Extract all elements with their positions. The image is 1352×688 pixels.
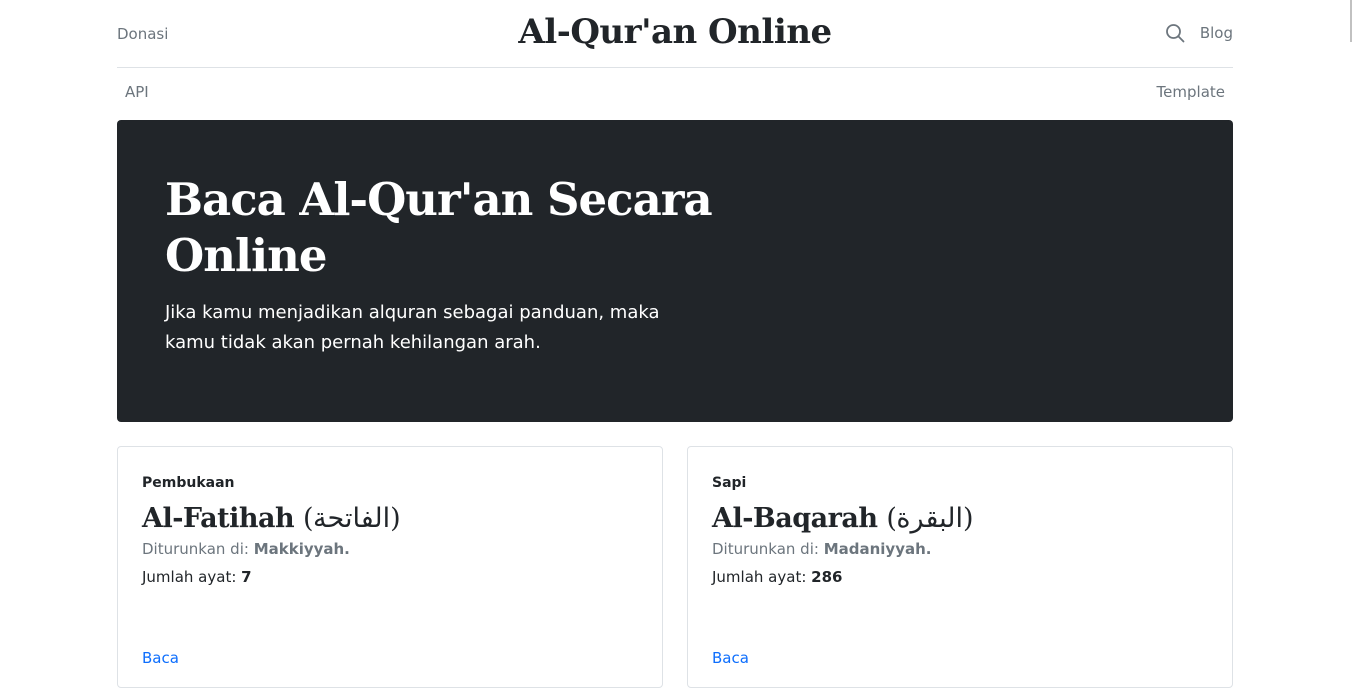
site-brand[interactable]: Al-Qur'an Online [117,12,1233,52]
read-surah-link[interactable]: Baca [712,649,749,667]
ayat-label: Jumlah ayat: [142,568,242,586]
page-container: Donasi Al-Qur'an Online Blog API Templat… [117,0,1233,120]
surah-card: Sapi Al-Baqarah (البقرة) Diturunkan di: … [687,446,1233,688]
hero-lead: Jika kamu menjadikan alquran sebagai pan… [165,302,660,353]
surah-ayat-count: Jumlah ayat: 7 [142,568,252,586]
ayat-value: 286 [811,568,843,586]
surah-latin-name: Al-Fatihah [142,503,295,534]
hero-banner: Baca Al-Qur'an Secara Online Jika kamu m… [117,120,1233,422]
hero-title: Baca Al-Qur'an Secara Online [165,173,713,282]
surah-latin-name: Al-Baqarah [712,503,878,534]
surah-meaning: Pembukaan [142,475,235,491]
site-header: Donasi Al-Qur'an Online Blog [117,0,1233,68]
secondary-nav: API Template [117,68,1233,120]
search-icon [1166,24,1185,43]
ayat-label: Jumlah ayat: [712,568,812,586]
revelation-place: Makkiyyah. [253,540,350,558]
ayat-value: 7 [241,568,252,586]
surah-revelation: Diturunkan di: Madaniyyah. [712,540,931,558]
read-surah-link[interactable]: Baca [142,649,179,667]
revelation-place: Madaniyyah. [823,540,932,558]
surah-title: Al-Baqarah (البقرة) [712,503,974,534]
nav-link-api[interactable]: API [125,83,149,101]
surah-card: Pembukaan Al-Fatihah (الفاتحة) Diturunka… [117,446,663,688]
surah-meaning: Sapi [712,475,747,491]
surah-title: Al-Fatihah (الفاتحة) [142,503,401,534]
surah-arabic-name: (الفاتحة) [303,503,401,534]
surah-ayat-count: Jumlah ayat: 286 [712,568,842,586]
surah-arabic-name: (البقرة) [886,503,974,534]
revelation-label: Diturunkan di: [712,540,824,558]
search-button[interactable] [1165,23,1185,43]
revelation-label: Diturunkan di: [142,540,254,558]
brand-title[interactable]: Al-Qur'an Online [518,12,832,52]
blog-link[interactable]: Blog [1200,24,1233,42]
nav-link-template[interactable]: Template [1157,83,1225,101]
surah-revelation: Diturunkan di: Makkiyyah. [142,540,350,558]
